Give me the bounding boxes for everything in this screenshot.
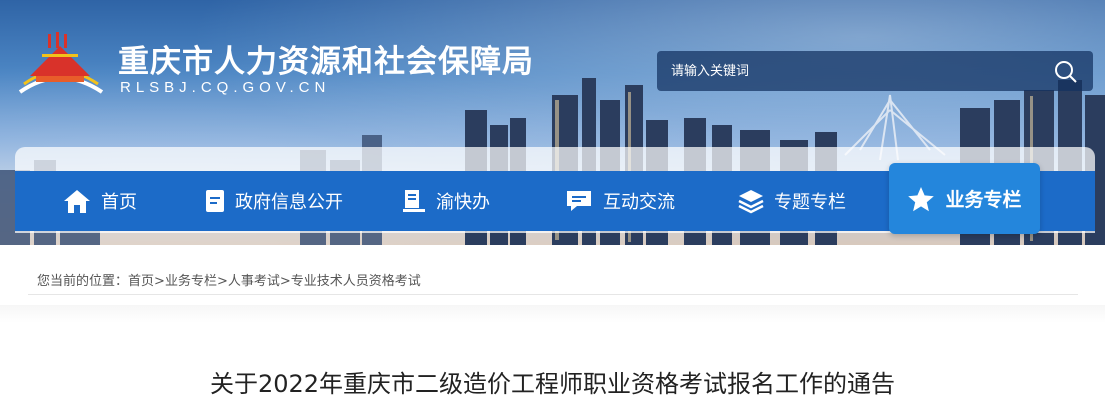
breadcrumb-separator: >	[154, 274, 165, 289]
nav-item-business[interactable]: 业务专栏	[889, 163, 1040, 234]
breadcrumb-separator: >	[216, 274, 228, 289]
breadcrumb: 您当前的位置：首页>业务专栏>人事考试>专业技术人员资格考试	[37, 270, 421, 289]
breadcrumb-divider	[28, 294, 1078, 295]
nav-item-home[interactable]: 首页	[63, 171, 137, 231]
section-shadow	[0, 305, 1105, 323]
breadcrumb-link[interactable]: 专业技术人员资格考试	[291, 274, 421, 289]
breadcrumb-link[interactable]: 人事考试	[228, 274, 280, 289]
nav-label: 业务专栏	[945, 189, 1022, 211]
article-title: 关于2022年重庆市二级造价工程师职业资格考试报名工作的通告	[209, 370, 896, 398]
chat-icon	[565, 189, 593, 213]
nav-item-gov-info[interactable]: 政府信息公开	[205, 171, 343, 231]
nav-label: 渝快办	[436, 192, 490, 213]
nav-item-interaction[interactable]: 互动交流	[565, 171, 675, 231]
nav-label: 专题专栏	[774, 192, 846, 213]
search-button[interactable]	[1039, 51, 1093, 91]
nav-label: 互动交流	[603, 192, 675, 213]
nav-item-topics[interactable]: 专题专栏	[738, 171, 846, 231]
document-icon	[205, 189, 225, 213]
breadcrumb-prefix: 您当前的位置：	[37, 274, 129, 289]
breadcrumb-link[interactable]: 业务专栏	[165, 274, 217, 289]
chongqing-hall-logo-icon	[18, 32, 104, 94]
nav-label: 首页	[101, 192, 137, 213]
site-domain: RLSBJ.CQ.GOV.CN	[120, 79, 331, 96]
breadcrumb-separator: >	[279, 274, 291, 289]
nav-item-yukuaiban[interactable]: 渝快办	[402, 171, 490, 231]
search-input[interactable]	[657, 51, 1051, 91]
layers-icon	[738, 188, 764, 214]
book-icon	[402, 189, 426, 213]
breadcrumb-link[interactable]: 首页	[128, 274, 154, 289]
nav-label: 政府信息公开	[235, 192, 343, 213]
star-icon	[907, 186, 935, 212]
site-title: 重庆市人力资源和社会保障局	[118, 44, 534, 80]
search-icon	[1055, 61, 1077, 83]
main-nav: 首页 政府信息公开 渝快办 互动交流 专题专栏 业务专栏	[15, 163, 1095, 234]
home-icon	[63, 188, 91, 214]
search-bar	[657, 51, 1093, 91]
